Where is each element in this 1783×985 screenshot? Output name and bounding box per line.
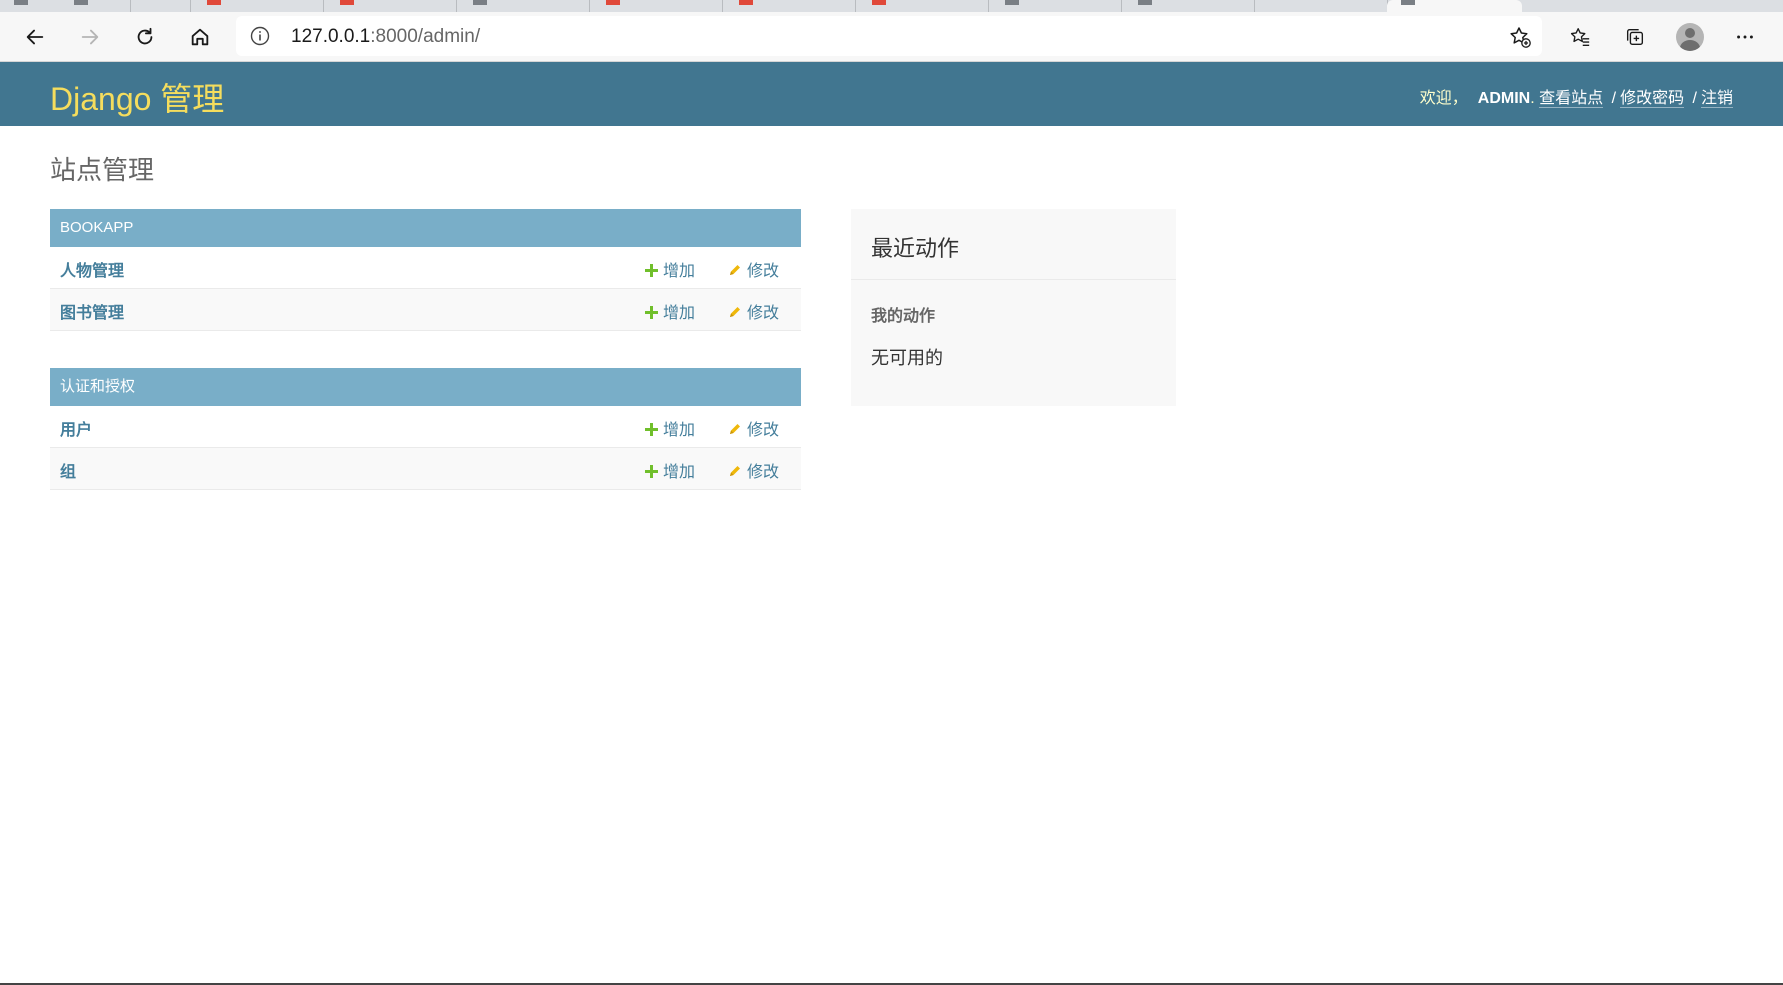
tab-favicon xyxy=(606,0,620,5)
table-row: 用户 增加 修改 xyxy=(50,406,801,448)
change-password-link[interactable]: 修改密码 xyxy=(1620,90,1685,108)
browser-tab[interactable] xyxy=(193,0,324,12)
change-link[interactable]: 修改 xyxy=(728,257,779,281)
favorites-icon xyxy=(1570,28,1590,46)
my-actions-heading: 我的动作 xyxy=(871,306,936,325)
table-row: 图书管理 增加 修改 xyxy=(50,289,801,331)
model-link[interactable]: 人物管理 xyxy=(60,257,124,281)
pencil-icon xyxy=(730,424,740,434)
address-bar[interactable]: 127.0.0.1:8000/admin/ xyxy=(236,16,1542,56)
pencil-icon xyxy=(730,307,740,317)
home-button[interactable] xyxy=(182,19,218,55)
change-link[interactable]: 修改 xyxy=(728,416,779,440)
module-caption[interactable]: BOOKAPP xyxy=(50,209,801,247)
tab-favicon xyxy=(739,0,753,5)
browser-tab[interactable] xyxy=(1124,0,1255,12)
browser-tab[interactable] xyxy=(991,0,1122,12)
tab-favicon xyxy=(207,0,221,5)
profile-button[interactable] xyxy=(1672,19,1708,55)
refresh-button[interactable] xyxy=(127,19,163,55)
page-title: 站点管理 xyxy=(50,156,155,186)
app-module-bookapp: BOOKAPP 人物管理 增加 修改 图书管理 增加 修改 xyxy=(50,209,801,331)
recent-actions-panel: 最近动作 我的动作 无可用的 xyxy=(851,209,1176,406)
collections-button[interactable] xyxy=(1617,19,1653,55)
arrow-left-icon xyxy=(26,29,44,45)
change-label: 修改 xyxy=(747,303,780,322)
tab-favicon xyxy=(1401,0,1415,5)
add-label: 增加 xyxy=(663,303,696,322)
divider xyxy=(851,279,1176,280)
change-label: 修改 xyxy=(747,261,780,280)
pencil-icon xyxy=(730,466,740,476)
pencil-icon xyxy=(730,265,740,275)
add-label: 增加 xyxy=(663,420,696,439)
add-link[interactable]: 增加 xyxy=(645,458,695,482)
add-label: 增加 xyxy=(663,261,696,280)
view-site-link[interactable]: 查看站点 xyxy=(1539,90,1604,108)
browser-tab-active[interactable] xyxy=(1387,0,1522,12)
add-favorite-icon[interactable] xyxy=(1508,25,1532,49)
browser-toolbar: 127.0.0.1:8000/admin/ xyxy=(0,12,1783,62)
module-caption[interactable]: 认证和授权 xyxy=(50,368,801,406)
tab-favicon xyxy=(473,0,487,5)
plus-icon xyxy=(645,264,658,277)
user-tools: 欢迎， ADMIN. 查看站点 / 修改密码 / 注销 xyxy=(1420,84,1733,108)
tab-favicon xyxy=(14,0,28,5)
url-host: 127.0.0.1 xyxy=(291,26,371,47)
add-label: 增加 xyxy=(663,462,696,481)
tab-favicon xyxy=(74,0,88,5)
browser-tab[interactable] xyxy=(858,0,989,12)
change-link[interactable]: 修改 xyxy=(728,458,779,482)
change-label: 修改 xyxy=(747,420,780,439)
tab-favicon xyxy=(1005,0,1019,5)
username-dot: . xyxy=(1530,90,1535,107)
admin-header: Django 管理 欢迎， ADMIN. 查看站点 / 修改密码 / 注销 xyxy=(0,62,1783,126)
model-link[interactable]: 组 xyxy=(60,458,76,482)
menu-button[interactable] xyxy=(1727,19,1763,55)
change-link[interactable]: 修改 xyxy=(728,299,779,323)
forward-button[interactable] xyxy=(72,19,108,55)
model-link[interactable]: 用户 xyxy=(60,416,92,440)
plus-icon xyxy=(645,423,658,436)
favorites-button[interactable] xyxy=(1562,19,1598,55)
no-actions-text: 无可用的 xyxy=(871,348,943,369)
add-link[interactable]: 增加 xyxy=(645,416,695,440)
add-link[interactable]: 增加 xyxy=(645,257,695,281)
plus-icon xyxy=(645,465,658,478)
app-module-auth: 认证和授权 用户 增加 修改 组 增加 修改 xyxy=(50,368,801,490)
browser-tab[interactable] xyxy=(1257,0,1388,12)
separator: / xyxy=(1611,90,1617,107)
site-branding[interactable]: Django 管理 xyxy=(50,74,224,120)
browser-tab[interactable] xyxy=(592,0,723,12)
model-link[interactable]: 图书管理 xyxy=(60,299,124,323)
separator: / xyxy=(1692,90,1697,107)
tab-favicon xyxy=(1138,0,1152,5)
browser-tab[interactable] xyxy=(326,0,457,12)
logout-link[interactable]: 注销 xyxy=(1700,90,1733,108)
table-row: 组 增加 修改 xyxy=(50,448,801,490)
browser-tab[interactable] xyxy=(725,0,856,12)
home-icon xyxy=(191,28,209,46)
plus-icon xyxy=(645,306,658,319)
browser-tab[interactable] xyxy=(60,0,191,12)
url-path: :8000/admin/ xyxy=(370,26,481,47)
recent-actions-title: 最近动作 xyxy=(871,237,960,262)
change-label: 修改 xyxy=(747,462,780,481)
refresh-icon xyxy=(137,27,153,45)
arrow-right-icon xyxy=(81,29,99,45)
add-link[interactable]: 增加 xyxy=(645,299,695,323)
tab-favicon xyxy=(340,0,354,5)
username: ADMIN xyxy=(1477,90,1531,107)
browser-tab[interactable] xyxy=(459,0,590,12)
more-icon xyxy=(1737,35,1753,39)
url-text[interactable]: 127.0.0.1:8000/admin/ xyxy=(291,26,480,48)
welcome-text: 欢迎， xyxy=(1419,90,1468,107)
collections-icon xyxy=(1626,28,1644,46)
back-button[interactable] xyxy=(17,19,53,55)
browser-tab-strip xyxy=(0,0,1783,12)
tab-favicon xyxy=(872,0,886,5)
avatar xyxy=(1676,23,1704,51)
table-row: 人物管理 增加 修改 xyxy=(50,247,801,289)
info-icon[interactable] xyxy=(250,26,270,46)
